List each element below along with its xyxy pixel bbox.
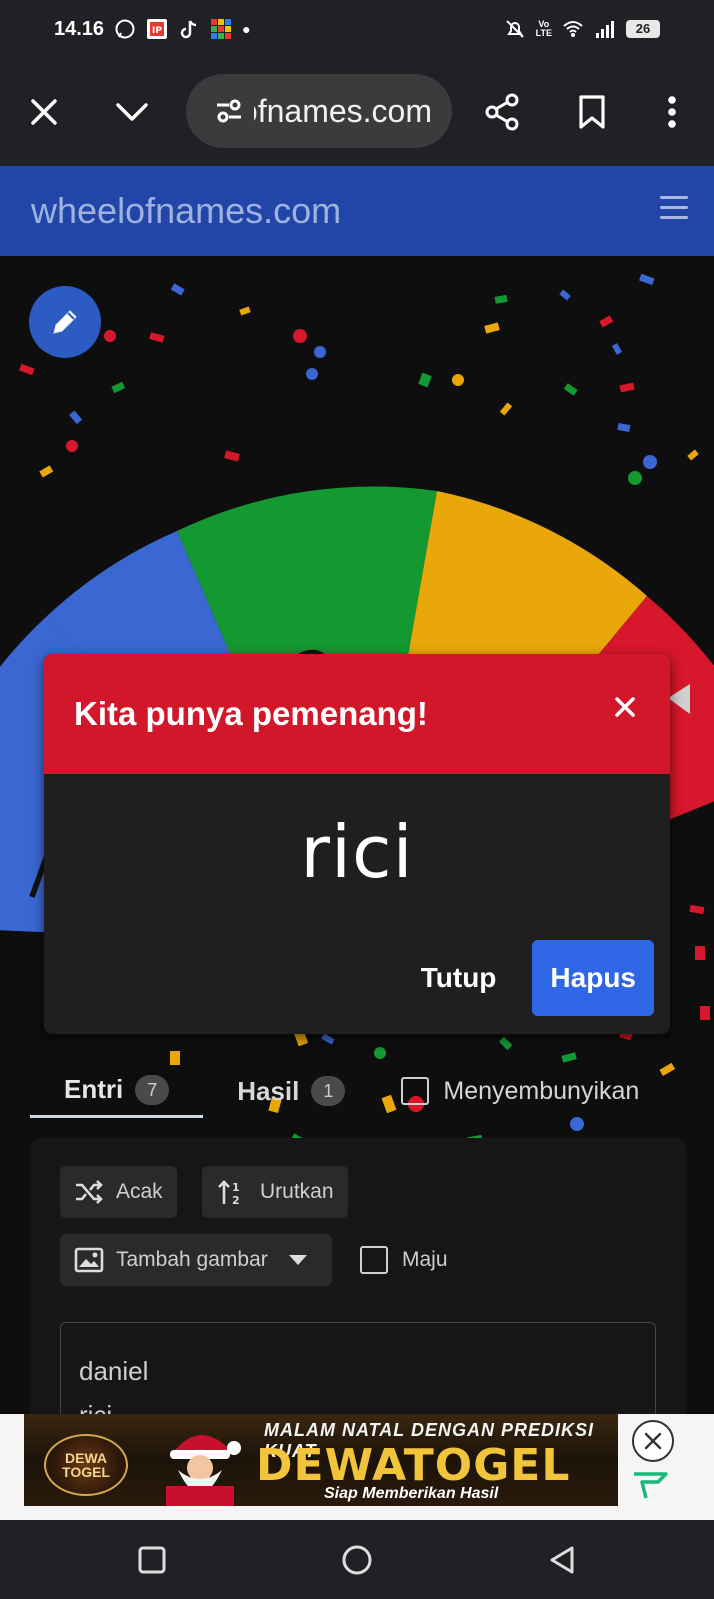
bell-muted-icon (504, 18, 526, 40)
close-icon (644, 1432, 662, 1450)
image-icon (74, 1247, 104, 1273)
results-count-badge: 1 (311, 1076, 346, 1106)
hide-checkbox[interactable] (401, 1077, 430, 1105)
bookmark-icon (579, 95, 605, 129)
entries-panel: Acak 12 Urutkan Tambah gambar Maju danie… (30, 1138, 686, 1422)
notification-dot-icon: ● (242, 21, 251, 37)
wifi-icon (562, 18, 584, 40)
dialog-title: Kita punya pemenang! (74, 695, 428, 732)
more-icon (668, 96, 676, 128)
bookmark-button[interactable] (562, 58, 622, 166)
tab-entries-label: Entri (64, 1074, 124, 1104)
svg-text:2: 2 (232, 1194, 240, 1206)
close-icon (31, 99, 57, 125)
entries-textarea[interactable]: daniel rici (60, 1322, 656, 1422)
shuffle-label: Acak (116, 1180, 163, 1203)
home-button[interactable] (307, 1520, 407, 1599)
system-nav-bar (0, 1520, 714, 1599)
sort-icon: 12 (218, 1180, 240, 1206)
dialog-close-button[interactable] (610, 692, 640, 722)
main-area: jamal adhip bayu Kita punya pemenang! ri… (0, 256, 714, 1422)
remove-winner-button[interactable]: Hapus (532, 940, 654, 1016)
winner-name: rici (300, 810, 414, 894)
share-icon (485, 93, 519, 131)
advanced-toggle[interactable]: Maju (360, 1246, 448, 1274)
back-button[interactable] (512, 1520, 612, 1599)
advanced-checkbox[interactable] (360, 1246, 388, 1274)
hide-label: Menyembunyikan (443, 1076, 640, 1105)
signal-icon (594, 18, 616, 40)
caret-down-icon (288, 1255, 307, 1265)
tab-results[interactable]: Hasil 1 (203, 1064, 379, 1118)
entries-tabs: Entri 7 Hasil 1 Menyembunyikan (30, 1064, 686, 1118)
tab-entries[interactable]: Entri 7 (30, 1064, 204, 1118)
ad-logo: DEWA TOGEL (44, 1434, 128, 1496)
ad-tagline: Siap Memberikan Hasil (324, 1485, 499, 1502)
back-triangle-icon (550, 1546, 574, 1573)
sort-button[interactable]: 12 Urutkan (202, 1166, 348, 1218)
sort-label: Urutkan (260, 1180, 334, 1203)
site-header: wheelofnames.com (0, 166, 714, 256)
more-menu-button[interactable] (642, 58, 702, 166)
ip-app-icon: IP (146, 18, 168, 40)
advanced-label: Maju (402, 1248, 448, 1271)
ad-close-button[interactable] (632, 1420, 674, 1462)
dialog-header: Kita punya pemenang! (44, 654, 670, 774)
whatsapp-icon (114, 18, 136, 40)
battery-icon: 26 (626, 20, 660, 38)
santa-image (166, 1434, 241, 1506)
url-bar[interactable]: wheelofnames.com (186, 74, 452, 148)
ad-bar: DEWA TOGEL MALAM NATAL DENGAN PREDIKSI K… (0, 1414, 714, 1520)
svg-text:1: 1 (232, 1181, 240, 1194)
ad-choices-icon[interactable] (630, 1470, 670, 1502)
tiktok-icon (178, 18, 200, 40)
add-image-label: Tambah gambar (116, 1248, 268, 1271)
hamburger-menu-icon[interactable] (660, 196, 688, 226)
status-bar: 14.16 IP ● Vo LTE 26 (0, 0, 714, 58)
circle-icon (342, 1545, 372, 1574)
svg-text:IP: IP (152, 26, 162, 36)
site-settings-icon[interactable] (214, 96, 244, 126)
game-app-icon (210, 18, 232, 40)
minimize-button[interactable] (102, 58, 162, 166)
chevron-down-icon (116, 103, 148, 121)
volte-icon: Vo LTE (535, 19, 552, 38)
url-text: wheelofnames.com (254, 92, 432, 129)
shuffle-button[interactable]: Acak (60, 1166, 177, 1218)
add-image-dropdown[interactable]: Tambah gambar (60, 1234, 332, 1286)
square-icon (138, 1546, 166, 1573)
browser-toolbar: wheelofnames.com (0, 58, 714, 166)
site-title[interactable]: wheelofnames.com (31, 190, 341, 232)
status-time: 14.16 (54, 17, 105, 40)
share-button[interactable] (472, 58, 532, 166)
tab-results-label: Hasil (237, 1075, 300, 1106)
hide-toggle[interactable]: Menyembunyikan (401, 1077, 639, 1106)
entries-count-badge: 7 (135, 1074, 170, 1105)
ad-brand: DEWATOGEL (256, 1440, 571, 1491)
winner-dialog: Kita punya pemenang! rici Tutup Hapus (44, 654, 670, 1034)
ad-banner[interactable]: DEWA TOGEL MALAM NATAL DENGAN PREDIKSI K… (24, 1414, 618, 1506)
close-tab-button[interactable] (14, 58, 74, 166)
recent-apps-button[interactable] (102, 1520, 202, 1599)
close-dialog-button[interactable]: Tutup (421, 962, 497, 994)
shuffle-icon (76, 1180, 103, 1204)
list-item: daniel (79, 1356, 149, 1386)
close-icon (615, 697, 635, 717)
